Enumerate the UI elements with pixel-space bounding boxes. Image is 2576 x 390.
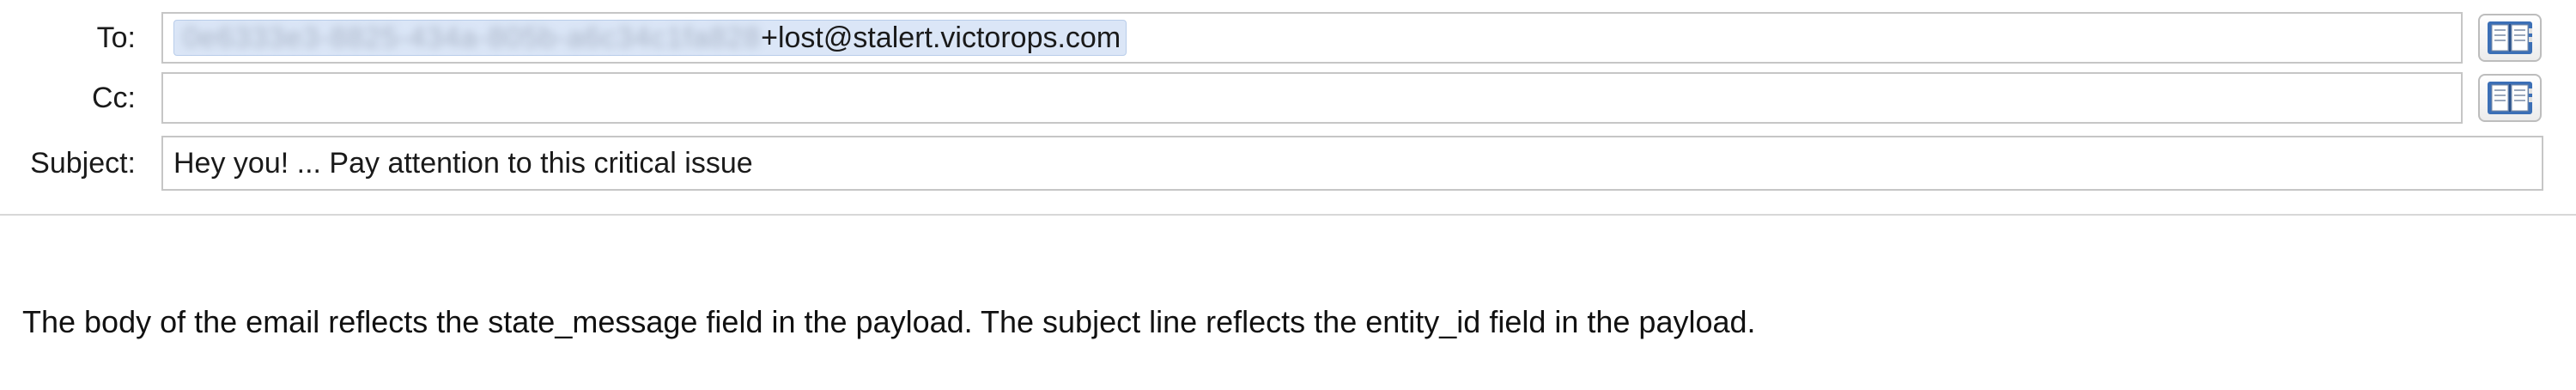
cc-label: Cc: [92,81,136,114]
cc-row: Cc: [0,72,2576,124]
to-label: To: [96,21,136,54]
mail-header: To: 0e6333e3-8825-434a-805b-a6c34c1fa828… [0,0,2576,216]
address-book-icon [2488,21,2532,54]
subject-label: Subject: [30,146,136,180]
compose-window: To: 0e6333e3-8825-434a-805b-a6c34c1fa828… [0,0,2576,390]
subject-field[interactable]: Hey you! ... Pay attention to this criti… [161,136,2543,191]
to-row: To: 0e6333e3-8825-434a-805b-a6c34c1fa828… [0,12,2576,64]
to-field[interactable]: 0e6333e3-8825-434a-805b-a6c34c1fa828 +los… [161,12,2463,64]
to-address-book-button[interactable] [2478,14,2542,62]
subject-row: Subject: Hey you! ... Pay attention to t… [0,136,2576,191]
recipient-redacted-id: 0e6333e3-8825-434a-805b-a6c34c1fa828 [183,21,762,54]
address-book-icon [2488,82,2532,114]
cc-address-book-button[interactable] [2478,74,2542,122]
cc-field[interactable] [161,72,2463,124]
recipient-token[interactable]: 0e6333e3-8825-434a-805b-a6c34c1fa828 +los… [173,20,1127,56]
email-body-text[interactable]: The body of the email reflects the state… [22,304,1756,340]
recipient-address: +lost@stalert.victorops.com [761,21,1121,54]
